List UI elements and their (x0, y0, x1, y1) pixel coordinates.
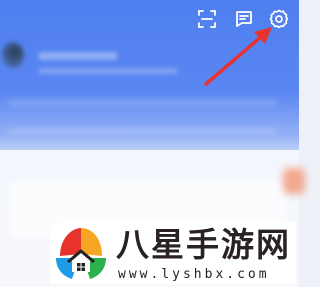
settings-button[interactable] (268, 8, 290, 30)
accent-badge-placeholder (283, 168, 305, 194)
stats-row-placeholder (8, 100, 278, 106)
scan-icon (198, 10, 216, 28)
avatar[interactable] (2, 42, 24, 68)
message-button[interactable] (233, 8, 255, 30)
message-icon (236, 11, 252, 27)
brand-url: www.lyshbx.com (118, 267, 270, 282)
brand-name: 八星手游网 (116, 225, 291, 264)
user-info-placeholder (38, 68, 178, 74)
settings-icon (269, 9, 289, 29)
username-placeholder (38, 52, 118, 60)
scan-button[interactable] (196, 8, 218, 30)
stats-row-placeholder (8, 128, 278, 134)
brand-logo (56, 228, 106, 279)
